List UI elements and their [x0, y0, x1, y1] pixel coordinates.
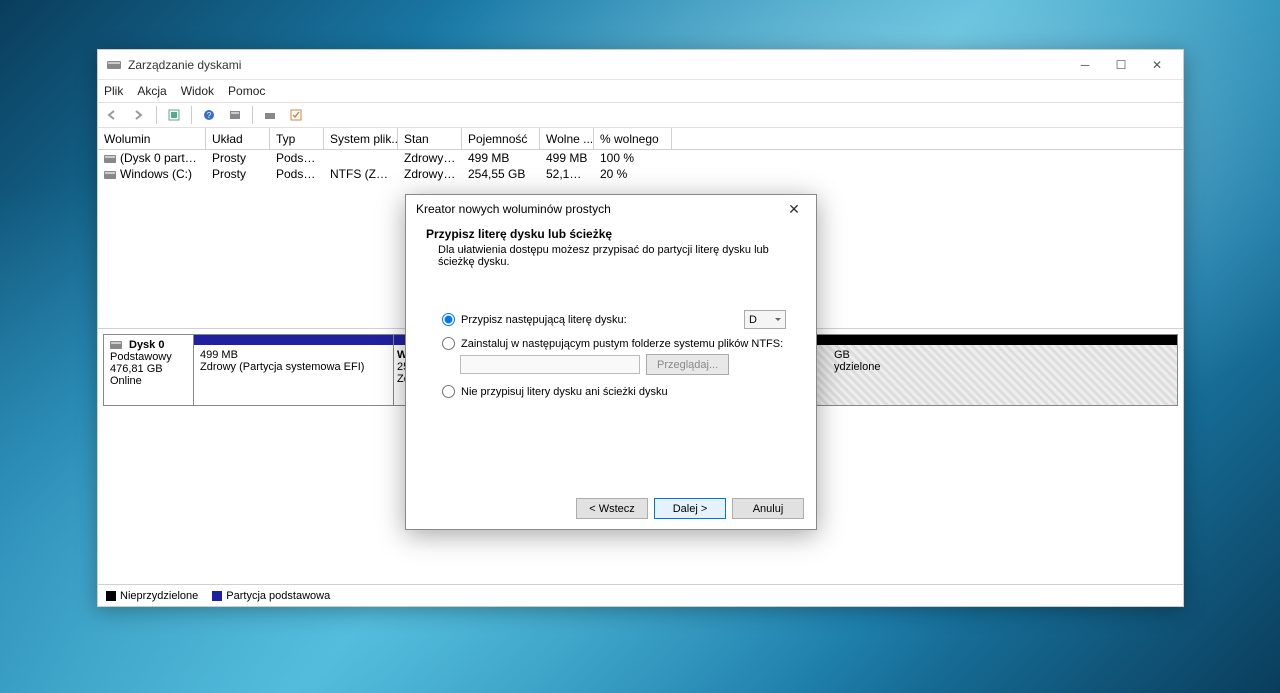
forward-button[interactable]	[128, 105, 150, 125]
app-icon	[106, 57, 122, 73]
col-pctfree[interactable]: % wolnego	[594, 128, 672, 149]
label-assign-letter: Przypisz następującą literę dysku:	[461, 314, 738, 326]
minimize-button[interactable]: ─	[1067, 53, 1103, 77]
toolbar-icon[interactable]	[259, 105, 281, 125]
toolbar-icon[interactable]	[285, 105, 307, 125]
dialog-heading: Przypisz literę dysku lub ścieżkę	[426, 227, 796, 241]
cancel-button[interactable]: Anuluj	[732, 498, 804, 519]
col-type[interactable]: Typ	[270, 128, 324, 149]
col-capacity[interactable]: Pojemność	[462, 128, 540, 149]
col-filesystem[interactable]: System plik...	[324, 128, 398, 149]
back-button[interactable]: < Wstecz	[576, 498, 648, 519]
col-layout[interactable]: Układ	[206, 128, 270, 149]
svg-text:?: ?	[207, 111, 212, 120]
col-free[interactable]: Wolne ...	[540, 128, 594, 149]
toolbar-icon[interactable]	[224, 105, 246, 125]
radio-mount-folder[interactable]	[442, 337, 455, 350]
legend: Nieprzydzielone Partycja podstawowa	[98, 584, 1183, 606]
close-button[interactable]: ✕	[1139, 53, 1175, 77]
dialog-title: Kreator nowych woluminów prostych	[416, 202, 782, 216]
volume-row[interactable]: (Dysk 0 partycja 1) Prosty Podstaw... Zd…	[98, 150, 1183, 166]
menubar: Plik Akcja Widok Pomoc	[98, 80, 1183, 102]
disk-icon	[110, 341, 122, 349]
menu-view[interactable]: Widok	[181, 84, 214, 98]
disk-icon	[104, 155, 116, 163]
toolbar-icon[interactable]	[163, 105, 185, 125]
radio-no-letter[interactable]	[442, 385, 455, 398]
toolbar: ?	[98, 102, 1183, 128]
browse-button: Przeglądaj...	[646, 354, 729, 375]
menu-action[interactable]: Akcja	[137, 84, 166, 98]
col-status[interactable]: Stan	[398, 128, 462, 149]
dialog-subheading: Dla ułatwienia dostępu możesz przypisać …	[426, 244, 796, 268]
col-volume[interactable]: Wolumin	[98, 128, 206, 149]
label-no-letter: Nie przypisuj litery dysku ani ścieżki d…	[461, 386, 786, 398]
partition[interactable]: 499 MB Zdrowy (Partycja systemowa EFI)	[194, 335, 394, 405]
disk-label[interactable]: Dysk 0 Podstawowy 476,81 GB Online	[104, 335, 194, 405]
titlebar: Zarządzanie dyskami ─ ☐ ✕	[98, 50, 1183, 80]
window-title: Zarządzanie dyskami	[128, 58, 1067, 72]
radio-assign-letter[interactable]	[442, 313, 455, 326]
menu-help[interactable]: Pomoc	[228, 84, 265, 98]
drive-letter-select[interactable]: D	[744, 310, 786, 329]
close-icon[interactable]: ✕	[782, 201, 806, 218]
wizard-dialog: Kreator nowych woluminów prostych ✕ Przy…	[405, 194, 817, 530]
disk-icon	[104, 171, 116, 179]
maximize-button[interactable]: ☐	[1103, 53, 1139, 77]
next-button[interactable]: Dalej >	[654, 498, 726, 519]
label-mount-folder: Zainstaluj w następującym pustym folderz…	[461, 338, 786, 350]
volume-row[interactable]: Windows (C:) Prosty Podstaw... NTFS (Zas…	[98, 166, 1183, 182]
help-icon[interactable]: ?	[198, 105, 220, 125]
back-button[interactable]	[102, 105, 124, 125]
menu-file[interactable]: Plik	[104, 84, 123, 98]
mount-path-input	[460, 355, 640, 374]
